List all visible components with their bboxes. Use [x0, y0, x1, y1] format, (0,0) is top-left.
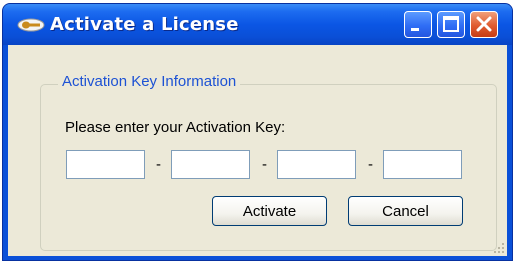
- minimize-button[interactable]: [404, 11, 432, 38]
- key-separator: -: [262, 156, 267, 173]
- window-title: Activate a License: [50, 14, 239, 35]
- maximize-icon: [443, 16, 459, 32]
- key-separator: -: [368, 156, 373, 173]
- key-field-4[interactable]: [383, 150, 462, 179]
- key-separator: -: [156, 156, 161, 173]
- activate-license-window: Activate a License Activation Key Inform…: [3, 4, 512, 260]
- key-icon: [17, 18, 45, 32]
- dialog-body: Activation Key Information Please enter …: [8, 45, 507, 256]
- activate-button[interactable]: Activate: [212, 196, 327, 226]
- title-bar[interactable]: Activate a License: [3, 4, 512, 45]
- groupbox-legend: Activation Key Information: [58, 72, 241, 92]
- cancel-button[interactable]: Cancel: [348, 196, 463, 226]
- minimize-icon: [411, 28, 419, 31]
- key-field-3[interactable]: [277, 150, 356, 179]
- key-field-1[interactable]: [66, 150, 145, 179]
- close-icon: [476, 16, 492, 32]
- close-button[interactable]: [470, 11, 498, 38]
- activation-key-prompt: Please enter your Activation Key:: [65, 119, 286, 136]
- key-field-2[interactable]: [171, 150, 250, 179]
- resize-grip-icon[interactable]: [491, 240, 505, 254]
- maximize-button[interactable]: [437, 11, 465, 38]
